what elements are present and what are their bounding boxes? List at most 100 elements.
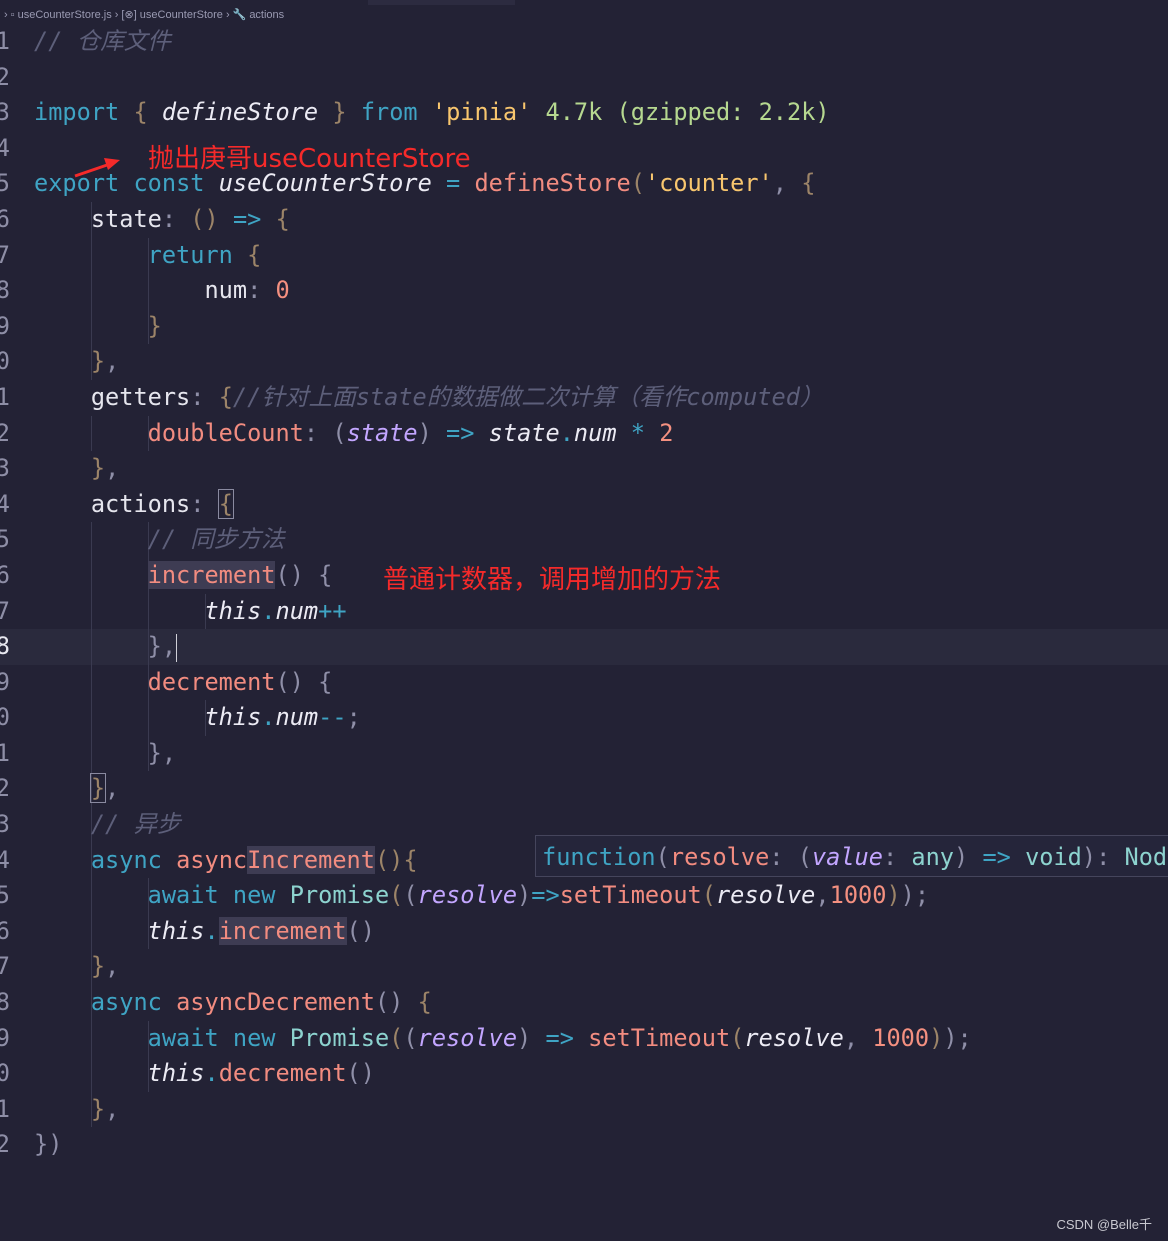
code-line[interactable]: 15 // 同步方法 [0,522,1168,558]
code-line[interactable]: 3 import { defineStore } from 'pinia' 4.7… [0,95,1168,131]
code-line[interactable]: 31 }, [0,1091,1168,1128]
text-cursor [176,633,178,662]
code-token: doubleCount [147,418,304,447]
code-token: defineStore [161,98,319,127]
code-token: await [147,1023,219,1052]
tooltip-token: ): [1081,843,1111,871]
code-line[interactable]: 9 } [0,308,1168,345]
code-token: , [105,1094,120,1123]
code-token: resolve [715,881,816,910]
code-token: ( [389,881,404,910]
code-line[interactable]: 18 }, [0,629,1168,665]
chevron-right-icon[interactable]: › [4,9,8,21]
code-line[interactable]: 7 return { [0,237,1168,274]
code-token: resolve [744,1023,844,1052]
line-number: 9 [0,311,10,340]
code-token: } [90,952,106,981]
code-line[interactable]: 1 // 仓库文件 [0,24,1168,60]
code-token: { [417,988,432,1017]
code-token: : [303,418,319,447]
code-token: () [275,667,304,696]
code-line[interactable]: 17 this.num++ [0,593,1168,630]
code-token: this [204,596,262,625]
line-number: 1 [0,27,10,55]
tooltip-token: any [897,843,955,871]
code-token: } [90,1094,106,1123]
code-token: new [232,881,276,910]
breadcrumb-item[interactable]: useCounterStore.js [18,9,112,21]
breadcrumb-item[interactable]: ▫ [11,9,15,21]
code-line[interactable]: 2 [0,60,1168,96]
code-token: setTimeout [588,1023,731,1052]
code-line[interactable]: 12 doubleCount: (state) => state.num * 2 [0,415,1168,452]
scrollbar-thumb[interactable] [368,0,515,5]
breadcrumb: › ▫ useCounterStore.js › [⊗] useCounterStore ›… [4,8,287,21]
code-line[interactable]: 25 await new Promise((resolve)=>setTimeo… [0,878,1168,914]
code-line[interactable]: 8 num: 0 [0,273,1168,309]
code-token: . [261,703,276,732]
code-token: // 仓库文件 [34,27,171,55]
code-token: { [133,98,148,127]
code-token: ) [517,1023,532,1052]
code-line[interactable]: 28 async asyncDecrement() { [0,985,1168,1021]
code-token: ( [730,1023,745,1052]
code-line[interactable]: 21 }, [0,735,1168,772]
breadcrumb-item[interactable]: 🔧 [233,9,247,21]
code-line[interactable]: 11 getters: {//针对上面state的数据做二次计算（看作compu… [0,380,1168,416]
code-line[interactable]: 19 decrement() { [0,664,1168,701]
annotation-increment: 普通计数器，调用增加的方法 [383,565,722,595]
code-line[interactable]: 6 state: () => { [0,201,1168,238]
chevron-right-icon[interactable]: › [115,9,119,21]
code-token: { [318,667,333,696]
breadcrumb-item[interactable]: actions [249,9,284,21]
code-line[interactable]: 30 this.decrement() [0,1056,1168,1092]
code-token: => [446,418,475,447]
code-line[interactable]: 26 this.increment() [0,913,1168,950]
code-line[interactable]: 32}) [0,1127,1168,1163]
breadcrumb-item[interactable]: useCounterStore [140,9,223,21]
code-token: actions [90,489,191,518]
code-line[interactable]: 10 }, [0,344,1168,380]
code-token: decrement [147,667,276,696]
code-token: } [90,347,106,376]
tooltip-token: void [1010,843,1082,871]
code-token: num [573,418,617,447]
code-token: } [332,98,347,127]
tooltip-token: Nod [1110,843,1168,871]
code-token: Promise [289,881,390,910]
code-line[interactable]: 27 }, [0,949,1168,986]
code-token: , [105,952,120,981]
chevron-right-icon[interactable]: › [226,9,230,21]
code-token: ++ [318,596,347,625]
code-line[interactable]: 29 await new Promise((resolve) => setTim… [0,1020,1168,1057]
code-token: ( [332,418,347,447]
code-line[interactable]: 20 this.num--; [0,700,1168,736]
line-number: 22 [0,774,10,803]
code-line[interactable]: 13 }, [0,451,1168,487]
code-line[interactable]: 22 }, [0,771,1168,808]
code-line[interactable]: 14 actions: { [0,487,1168,523]
tooltip-token: function [542,843,656,871]
line-number: 5 [0,169,10,198]
line-number: 10 [0,347,10,376]
breadcrumb-item[interactable]: [⊗] [121,9,136,21]
code-token: -- [318,703,347,732]
code-token: , [772,169,787,198]
line-number: 12 [0,418,10,447]
